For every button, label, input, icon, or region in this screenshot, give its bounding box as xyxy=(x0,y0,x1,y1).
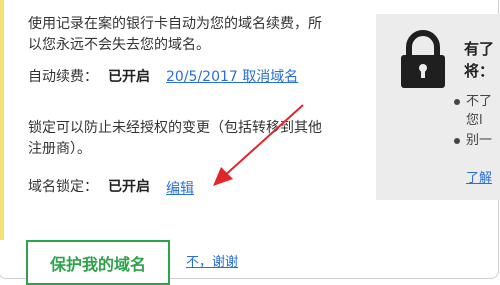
intro-text-line1: 使用记录在案的银行卡自动为您的域名续费，所 xyxy=(28,16,322,32)
bullet-icon xyxy=(454,138,460,144)
lock-icon xyxy=(398,30,448,94)
intro-text-line2: 以您永远不会失去您的域名。 xyxy=(28,37,210,53)
domain-lock-status: 已开启 xyxy=(108,179,150,195)
side-panel-title: 有了 将： xyxy=(464,38,494,82)
lock-description-line2: 注册商）。 xyxy=(28,141,91,157)
autorenew-label: 自动续费： xyxy=(28,69,98,85)
autorenew-status: 已开启 xyxy=(108,69,150,85)
no-thanks-link[interactable]: 不，谢谢 xyxy=(186,252,238,273)
side-item1-line1: 不了 xyxy=(466,94,493,109)
domain-lock-label: 域名锁定： xyxy=(28,179,98,195)
side-title-line2: 将： xyxy=(464,62,495,80)
bullet-icon xyxy=(454,99,460,105)
side-item1-line2: 您l xyxy=(466,113,483,128)
protect-domain-button[interactable]: 保护我的域名 xyxy=(26,240,170,285)
side-title-line1: 有了 xyxy=(464,40,495,58)
side-info-panel: 有了 将： 不了 您l 别一 了解 xyxy=(376,14,500,200)
lock-description-line1: 锁定可以防止未经授权的变更（包括转移到其他 xyxy=(28,120,322,136)
cancel-domain-link[interactable]: 20/5/2017 取消域名 xyxy=(166,67,298,88)
domain-lock-edit-link[interactable]: 编辑 xyxy=(166,179,194,200)
accent-line xyxy=(0,0,4,240)
side-list-item: 不了 您l xyxy=(454,92,492,130)
side-list-item: 别一 xyxy=(454,131,492,150)
learn-more-link[interactable]: 了解 xyxy=(466,167,492,186)
side-item2: 别一 xyxy=(466,133,493,148)
side-benefit-list: 不了 您l 别一 xyxy=(454,92,492,150)
